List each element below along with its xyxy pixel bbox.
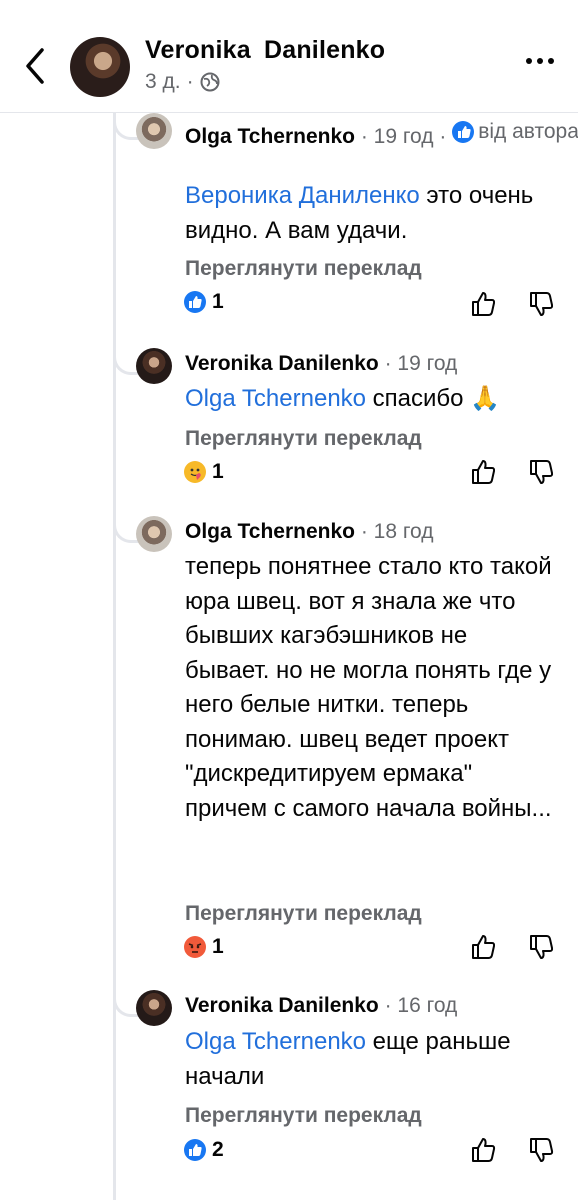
commenter-avatar[interactable]: [136, 990, 172, 1026]
thumbs-up-icon[interactable]: [470, 290, 498, 318]
like-badge-icon: [452, 121, 475, 143]
thumbs-down-icon[interactable]: [528, 1136, 556, 1164]
mention-link[interactable]: Olga Tchernenko: [185, 1028, 366, 1055]
thumbs-down-icon[interactable]: [528, 458, 556, 486]
commenter-name[interactable]: Olga Tchernenko: [185, 125, 355, 148]
thumbs-down-icon[interactable]: [528, 933, 556, 961]
commenter-avatar[interactable]: [136, 348, 172, 384]
see-translation-link[interactable]: Переглянути переклад: [185, 427, 422, 451]
comment-header: Olga Tchernenko · 18 год: [185, 518, 434, 546]
comment-header: Veronika Danilenko · 19 год: [185, 350, 457, 378]
reaction-summary[interactable]: 1: [184, 460, 224, 484]
reaction-summary[interactable]: 1: [184, 290, 224, 314]
meta-separator: ·: [186, 70, 194, 93]
reaction-summary[interactable]: 2: [184, 1138, 224, 1162]
author-tag: від автора: [478, 120, 578, 143]
reaction-count: 1: [212, 290, 224, 313]
comment-time: · 16 год: [384, 994, 458, 1017]
comment-header: Veronika Danilenko · 16 год: [185, 992, 457, 1020]
post-time[interactable]: 3 д.: [145, 70, 181, 94]
see-translation-link[interactable]: Переглянути переклад: [185, 257, 422, 281]
comment-text: Вероника Даниленко это очень видно. А ва…: [185, 182, 534, 244]
reaction-summary[interactable]: 1: [184, 935, 224, 959]
post-header: Veronika Danilenko 3 д. ·: [0, 0, 578, 113]
mention-link[interactable]: Olga Tchernenko: [185, 385, 366, 412]
comment-time: · 19 год: [384, 352, 458, 375]
like-reaction-icon: [184, 1139, 206, 1161]
author-name[interactable]: Veronika Danilenko: [145, 36, 385, 65]
reaction-count: 1: [212, 935, 224, 958]
thread-line: [113, 112, 116, 1200]
author-avatar[interactable]: [70, 37, 130, 97]
comment-time: · 18 год: [360, 520, 434, 543]
see-translation-link[interactable]: Переглянути переклад: [185, 902, 422, 926]
angry-reaction-icon: [184, 936, 206, 958]
commenter-name[interactable]: Olga Tchernenko: [185, 520, 355, 543]
thumbs-up-icon[interactable]: [470, 1136, 498, 1164]
comment-header: Olga Tchernenko · 19 год · від автора: [185, 118, 578, 151]
see-translation-link[interactable]: Переглянути переклад: [185, 1104, 422, 1128]
commenter-name[interactable]: Veronika Danilenko: [185, 994, 379, 1017]
comment-time: · 19 год ·: [360, 125, 447, 148]
commenter-name[interactable]: Veronika Danilenko: [185, 352, 379, 375]
back-arrow-icon[interactable]: [22, 46, 48, 86]
comment-text: Olga Tchernenko еще раньше начали: [185, 1028, 511, 1090]
post-meta: 3 д. ·: [145, 70, 220, 94]
more-options-icon[interactable]: [526, 58, 554, 64]
globe-icon: [200, 72, 220, 92]
reaction-count: 2: [212, 1138, 224, 1161]
comment-text: теперь понятнее стало кто такой юра швец…: [185, 553, 552, 822]
care-reaction-icon: [184, 461, 206, 483]
thumbs-up-icon[interactable]: [470, 458, 498, 486]
thumbs-up-icon[interactable]: [470, 933, 498, 961]
thumbs-down-icon[interactable]: [528, 290, 556, 318]
commenter-avatar[interactable]: [136, 516, 172, 552]
mention-link[interactable]: Вероника Даниленко: [185, 182, 420, 209]
comment-text: Olga Tchernenko спасибо 🙏: [185, 385, 501, 412]
reaction-count: 1: [212, 460, 224, 483]
commenter-avatar[interactable]: [136, 113, 172, 149]
like-reaction-icon: [184, 291, 206, 313]
